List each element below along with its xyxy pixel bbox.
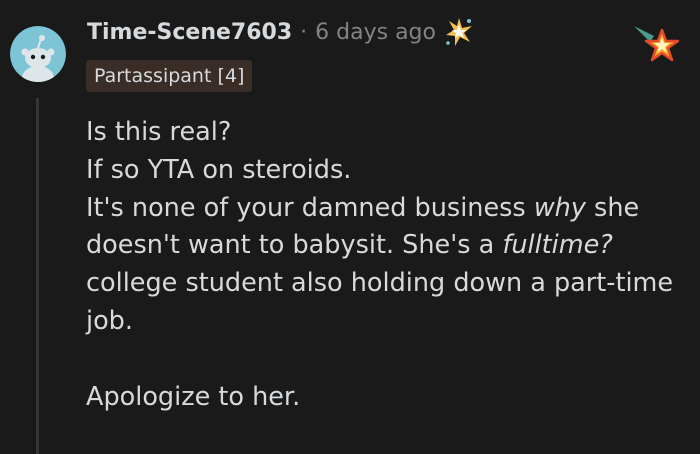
comment-header: Time-Scene7603 · 6 days ago (87, 16, 476, 48)
sparkle-award-icon[interactable] (442, 15, 476, 49)
shooting-star-award-icon[interactable] (632, 22, 684, 66)
comment-text: college student also holding down a part… (86, 268, 674, 336)
emphasis-text: why (533, 192, 586, 223)
comment-paragraph: It's none of your damned business why sh… (86, 190, 686, 341)
comment-line: Apologize to her. (86, 381, 301, 412)
emphasis-text: fulltime? (502, 230, 613, 261)
comment-text: It's none of your damned business (86, 192, 534, 223)
comment-line: If so YTA on steroids. (86, 154, 352, 185)
comment-line: Is this real? (86, 117, 232, 147)
thread-line[interactable] (36, 98, 39, 454)
timestamp[interactable]: 6 days ago (315, 20, 436, 45)
user-flair: Partassipant [4] (86, 60, 253, 92)
separator: · (300, 19, 308, 45)
comment-body: Is this real? If so YTA on steroids. It'… (86, 114, 686, 416)
user-avatar-icon[interactable] (10, 26, 66, 82)
username-link[interactable]: Time-Scene7603 (87, 20, 292, 45)
